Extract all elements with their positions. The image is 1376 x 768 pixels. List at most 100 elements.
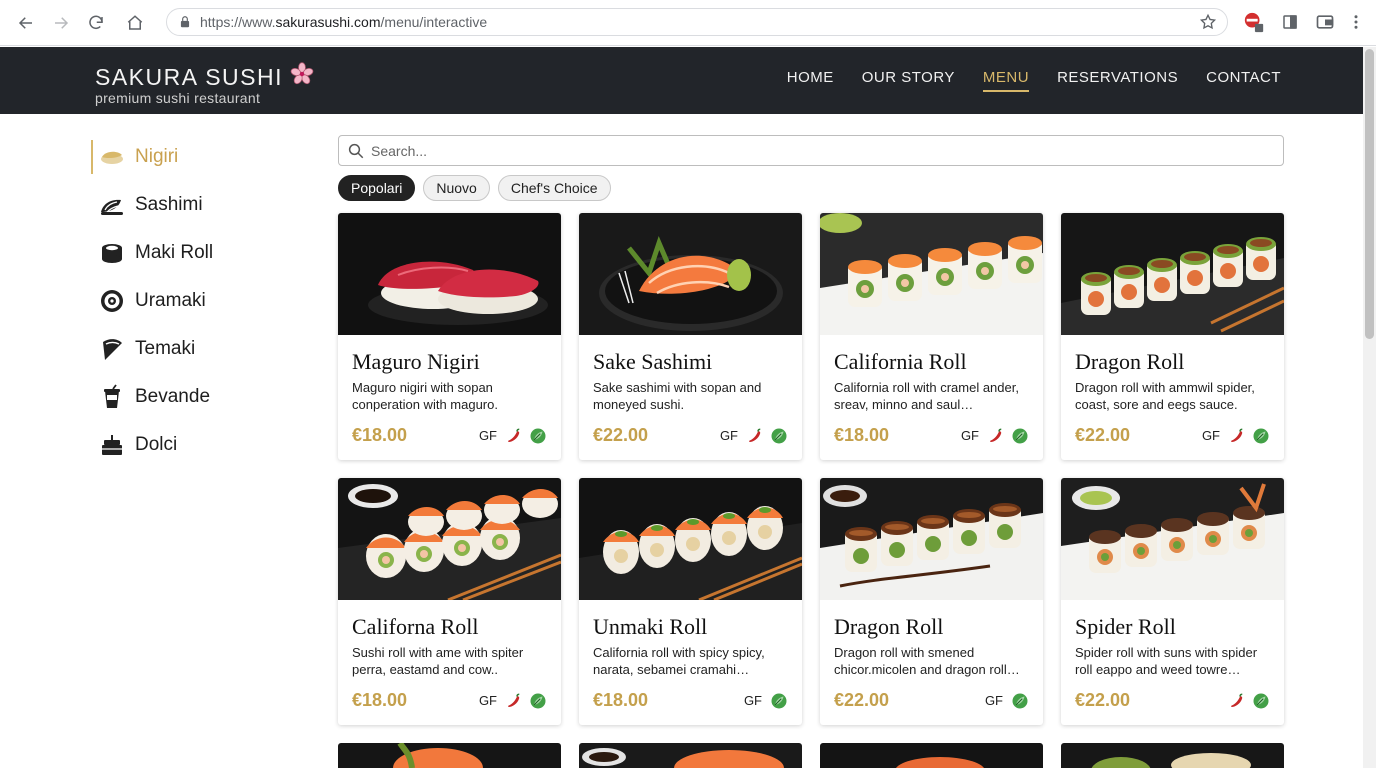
menu-card-image-partial[interactable]	[820, 743, 1043, 768]
sakura-flower-icon	[289, 61, 315, 92]
menu-card-image[interactable]	[1061, 213, 1284, 335]
menu-card-image[interactable]	[1061, 478, 1284, 600]
menu-card[interactable]: Spider Roll Spider roll with suns with s…	[1061, 478, 1284, 725]
dietary-tags: GF	[985, 692, 1029, 710]
kebab-menu-icon[interactable]	[1345, 11, 1367, 33]
filter-chip-chefs-choice[interactable]: Chef's Choice	[497, 175, 611, 201]
menu-card[interactable]: Dragon Roll Dragon roll with ammwil spid…	[1061, 213, 1284, 460]
sidebar-toggle-icon[interactable]	[1279, 11, 1301, 33]
dietary-tags: GF	[961, 427, 1029, 445]
brand-subtitle: premium sushi restaurant	[95, 90, 261, 106]
menu-card-title: California Roll	[834, 349, 967, 374]
menu-card-image[interactable]	[820, 213, 1043, 335]
bookmark-star-icon[interactable]	[1199, 13, 1217, 31]
menu-card-description: Maguro nigiri with sopan conperation wit…	[352, 380, 498, 412]
scrollbar-thumb[interactable]	[1365, 49, 1374, 339]
sidebar-item-label: Sashimi	[135, 194, 203, 215]
menu-card[interactable]: Maguro Nigiri Maguro nigiri with sopan c…	[338, 213, 561, 460]
page-scrollbar[interactable]	[1363, 47, 1376, 768]
nav-home[interactable]: HOME	[787, 69, 834, 92]
sidebar-item-label: Maki Roll	[135, 242, 214, 263]
dietary-tags: GF	[479, 692, 547, 710]
menu-card-title: Sake Sashimi	[593, 349, 713, 374]
sidebar-item-maki-roll[interactable]: Maki Roll	[91, 236, 291, 270]
filter-chip-popolari[interactable]: Popolari	[338, 175, 416, 201]
search-input[interactable]	[371, 142, 1283, 159]
filter-chip-nuovo[interactable]: Nuovo	[423, 175, 490, 201]
menu-card[interactable]: California Roll California roll with cra…	[820, 213, 1043, 460]
menu-card-price: €18.00	[834, 425, 890, 445]
menu-card-description: Dragon roll with ammwil spider, coast, s…	[1075, 380, 1255, 412]
menu-card-price: €18.00	[593, 690, 649, 710]
sidebar-item-nigiri[interactable]: Nigiri	[91, 140, 291, 174]
sidebar-item-sashimi[interactable]: Sashimi	[91, 188, 291, 222]
filter-chips: Popolari Nuovo Chef's Choice	[338, 175, 611, 201]
address-bar[interactable]: https://www.sakurasushi.com/menu/interac…	[166, 8, 1228, 36]
home-button[interactable]	[121, 9, 149, 37]
brand-title: SAKURA SUSHI	[95, 63, 283, 90]
dietary-tags	[1228, 692, 1270, 710]
brand-logo[interactable]: SAKURA SUSHI premium sushi restaurant	[95, 61, 315, 106]
menu-card-title: Spider Roll	[1075, 614, 1176, 639]
chili-pepper-icon	[1228, 427, 1246, 445]
extension-stop-icon[interactable]	[1243, 11, 1265, 33]
nav-reservations[interactable]: RESERVATIONS	[1057, 69, 1178, 92]
back-button[interactable]	[12, 9, 40, 37]
maki-roll-icon	[99, 240, 125, 266]
menu-card-image-partial[interactable]	[338, 743, 561, 768]
url-text: https://www.sakurasushi.com/menu/interac…	[200, 14, 488, 30]
menu-card-description: California roll with cramel ander, sreav…	[834, 380, 1019, 412]
arrow-right-icon	[55, 17, 69, 29]
leaf-icon	[1011, 427, 1029, 445]
chili-pepper-icon	[987, 427, 1005, 445]
menu-card-description: Spider roll with suns with spider roll e…	[1075, 645, 1258, 677]
sidebar-item-label: Bevande	[135, 386, 211, 407]
gluten-free-badge: GF	[1201, 428, 1220, 443]
forward-button[interactable]	[47, 9, 75, 37]
uramaki-icon	[99, 288, 125, 314]
menu-card-image[interactable]	[338, 478, 561, 600]
nav-menu[interactable]: MENU	[982, 69, 1030, 92]
drink-icon	[99, 384, 125, 410]
dietary-tags: GF	[1202, 427, 1270, 445]
menu-card-image-partial[interactable]	[1061, 743, 1284, 768]
leaf-icon	[1252, 692, 1270, 710]
chili-pepper-icon	[505, 692, 523, 710]
cake-icon	[99, 432, 125, 458]
menu-card-description: California roll with spicy spicy, narata…	[593, 645, 765, 677]
menu-card-image[interactable]	[338, 213, 561, 335]
menu-card[interactable]: Dragon Roll Dragon roll with smened chic…	[820, 478, 1043, 725]
chili-pepper-icon	[1228, 692, 1246, 710]
reload-button[interactable]	[82, 9, 110, 37]
sidebar-item-label: Nigiri	[135, 146, 179, 167]
reload-icon	[89, 15, 103, 30]
menu-card-image[interactable]	[820, 478, 1043, 600]
main-nav: HOME OUR STORY MENU RESERVATIONS CONTACT	[787, 69, 1281, 92]
wallet-icon[interactable]	[1314, 11, 1336, 33]
dietary-tags: GF	[744, 692, 788, 710]
menu-card[interactable]: Sake Sashimi Sake sashimi with sopan and…	[579, 213, 802, 460]
nav-contact[interactable]: CONTACT	[1206, 69, 1281, 92]
menu-card-image[interactable]	[579, 478, 802, 600]
menu-card[interactable]: Californa Roll Sushi roll with ame with …	[338, 478, 561, 725]
sidebar-item-label: Dolci	[135, 434, 178, 455]
menu-card-description: Sake sashimi with sopan and moneyed sush…	[593, 380, 762, 412]
leaf-icon	[1252, 427, 1270, 445]
menu-card-image-partial[interactable]	[579, 743, 802, 768]
menu-card[interactable]: Unmaki Roll California roll with spicy s…	[579, 478, 802, 725]
menu-card-title: Unmaki Roll	[593, 614, 708, 639]
sidebar-item-temaki[interactable]: Temaki	[91, 332, 291, 366]
sidebar-item-dolci[interactable]: Dolci	[91, 428, 291, 462]
menu-card-title: Dragon Roll	[1075, 349, 1185, 374]
sidebar-item-label: Uramaki	[135, 290, 206, 311]
nav-our-story[interactable]: OUR STORY	[862, 69, 955, 92]
menu-card-price: €22.00	[1075, 425, 1131, 445]
menu-card-image[interactable]	[579, 213, 802, 335]
sidebar-item-bevande[interactable]: Bevande	[91, 380, 291, 414]
menu-grid-next-row	[338, 743, 1284, 768]
gluten-free-badge: GF	[984, 693, 1003, 708]
gluten-free-badge: GF	[478, 428, 497, 443]
leaf-icon	[770, 427, 788, 445]
sidebar-item-label: Temaki	[135, 338, 196, 359]
sidebar-item-uramaki[interactable]: Uramaki	[91, 284, 291, 318]
